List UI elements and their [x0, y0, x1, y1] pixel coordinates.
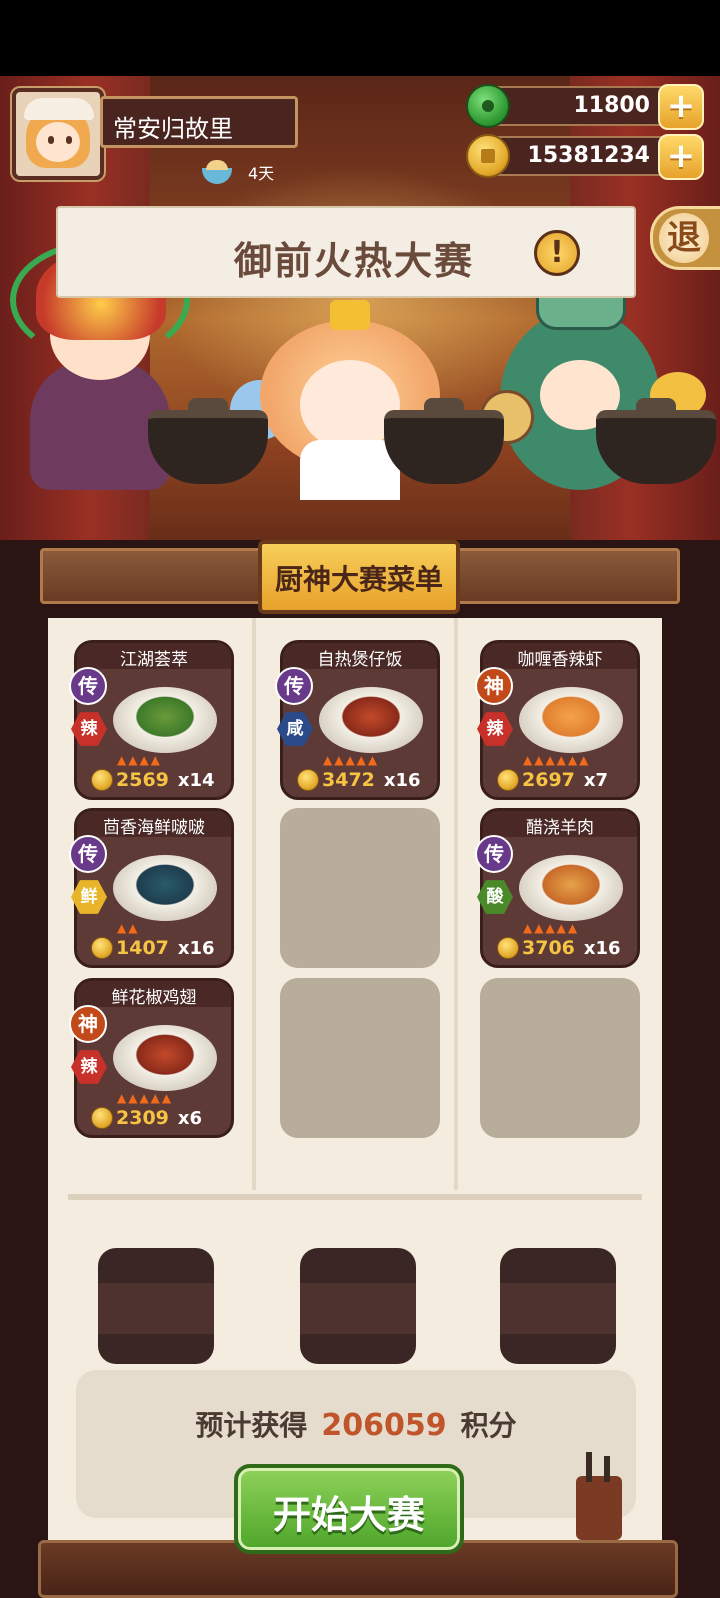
- flame-rating-icon: ▲▲▲▲: [117, 753, 162, 767]
- grade-badge: 神: [475, 667, 513, 705]
- dish-quantity: x6: [177, 1107, 203, 1129]
- coin-value: 15381234: [527, 143, 650, 168]
- price-value: 3706: [522, 937, 575, 959]
- estimate-value: 206059: [321, 1408, 447, 1443]
- menu-title: 厨神大赛菜单: [274, 563, 443, 596]
- dish-card[interactable]: 咖喱香辣虾 神 辣 ▲▲▲▲▲▲ 2697 x7: [475, 640, 640, 800]
- price-value: 1407: [116, 937, 169, 959]
- grade-badge: 神: [69, 1005, 107, 1043]
- days-indicator: 4天: [200, 158, 274, 186]
- price-value: 3472: [322, 769, 375, 791]
- flame-rating-icon: ▲▲▲▲▲: [323, 753, 380, 767]
- knife-block-decoration: [576, 1452, 622, 1540]
- dish-image: [113, 855, 217, 921]
- start-button-label: 开始大赛: [272, 1493, 425, 1537]
- dish-card[interactable]: 自热煲仔饭 传 咸 ▲▲▲▲▲ 3472 x16: [275, 640, 440, 800]
- player-name: 常安归故里: [113, 115, 233, 143]
- coin-icon: [91, 1107, 113, 1129]
- flame-rating-icon: ▲▲▲▲▲: [523, 921, 580, 935]
- dish-image: [113, 687, 217, 753]
- exit-button[interactable]: 退: [650, 206, 720, 270]
- coin-balance: 15381234 +: [466, 134, 704, 180]
- dish-price: 3706 x16: [497, 937, 621, 959]
- flavor-badge: 辣: [71, 1050, 107, 1084]
- days-count: 4天: [248, 164, 275, 183]
- coin-icon: [91, 937, 113, 959]
- price-value: 2309: [116, 1107, 169, 1129]
- dish-name: 茴香海鲜啵啵: [103, 818, 205, 838]
- flavor-badge: 辣: [477, 712, 513, 746]
- contest-title: 御前火热大赛: [234, 239, 475, 283]
- dish-price: 3472 x16: [297, 769, 421, 791]
- info-alert-icon[interactable]: !: [534, 230, 580, 276]
- dish-name: 鲜花椒鸡翅: [111, 988, 197, 1008]
- dish-name: 咖喱香辣虾: [517, 650, 603, 670]
- dish-price: 2569 x14: [91, 769, 215, 791]
- flame-rating-icon: ▲▲: [117, 921, 140, 935]
- start-contest-button[interactable]: 开始大赛: [234, 1464, 464, 1554]
- empty-dish-slot: [480, 978, 640, 1138]
- selected-dish-slot[interactable]: [300, 1248, 416, 1364]
- dish-price: 2697 x7: [497, 769, 608, 791]
- dish-card[interactable]: 鲜花椒鸡翅 神 辣 ▲▲▲▲▲ 2309 x6: [69, 978, 234, 1138]
- grade-badge: 传: [475, 835, 513, 873]
- selected-dish-slot[interactable]: [98, 1248, 214, 1364]
- grade-badge: 传: [69, 835, 107, 873]
- dish-image: [113, 1025, 217, 1091]
- dish-image: [319, 687, 423, 753]
- section-divider: [68, 1194, 642, 1200]
- dish-image: [519, 855, 623, 921]
- player-avatar[interactable]: [12, 88, 104, 180]
- flavor-badge: 酸: [477, 880, 513, 914]
- bowl-icon: [200, 158, 234, 186]
- contest-banner: 御前火热大赛 !: [56, 206, 636, 298]
- jade-value: 11800: [573, 93, 650, 118]
- selected-dish-slot[interactable]: [500, 1248, 616, 1364]
- add-jade-button[interactable]: +: [658, 84, 704, 130]
- dish-quantity: x7: [583, 769, 609, 791]
- dish-card[interactable]: 江湖荟萃 传 辣 ▲▲▲▲ 2569 x14: [69, 640, 234, 800]
- column-divider: [454, 618, 458, 1190]
- coin-icon: [466, 134, 510, 178]
- grade-badge: 传: [69, 667, 107, 705]
- flavor-badge: 辣: [71, 712, 107, 746]
- jade-icon: [466, 84, 510, 128]
- dish-quantity: x16: [383, 769, 421, 791]
- status-bar: [0, 0, 720, 76]
- exit-label: 退: [659, 213, 709, 263]
- dish-quantity: x14: [177, 769, 215, 791]
- coin-icon: [497, 769, 519, 791]
- dish-name: 江湖荟萃: [120, 650, 188, 670]
- dish-quantity: x16: [177, 937, 215, 959]
- coin-icon: [91, 769, 113, 791]
- flame-rating-icon: ▲▲▲▲▲: [117, 1091, 174, 1105]
- estimate-prefix: 预计获得: [195, 1409, 308, 1442]
- price-value: 2569: [116, 769, 169, 791]
- dish-name: 醋浇羊肉: [526, 818, 594, 838]
- jade-balance: 11800 +: [466, 84, 704, 130]
- flame-rating-icon: ▲▲▲▲▲▲: [523, 753, 591, 767]
- dish-card[interactable]: 醋浇羊肉 传 酸 ▲▲▲▲▲ 3706 x16: [475, 808, 640, 968]
- coin-icon: [497, 937, 519, 959]
- flavor-badge: 鲜: [71, 880, 107, 914]
- dish-card[interactable]: 茴香海鲜啵啵 传 鲜 ▲▲ 1407 x16: [69, 808, 234, 968]
- dish-name: 自热煲仔饭: [317, 650, 403, 670]
- empty-dish-slot: [280, 808, 440, 968]
- empty-dish-slot: [280, 978, 440, 1138]
- player-name-plate: 常安归故里: [100, 96, 298, 148]
- price-value: 2697: [522, 769, 575, 791]
- dish-price: 2309 x6: [91, 1107, 202, 1129]
- menu-paper: 江湖荟萃 传 辣 ▲▲▲▲ 2569 x14 自热煲仔饭 传 咸 ▲▲▲▲▲ 3…: [48, 618, 662, 1598]
- dish-image: [519, 687, 623, 753]
- estimate-suffix: 积分: [460, 1409, 517, 1442]
- flavor-badge: 咸: [277, 712, 313, 746]
- add-coins-button[interactable]: +: [658, 134, 704, 180]
- menu-panel: 厨神大赛菜单 江湖荟萃 传 辣 ▲▲▲▲ 2569 x14 自热煲仔饭 传 咸 …: [0, 540, 720, 1598]
- dish-price: 1407 x16: [91, 937, 215, 959]
- column-divider: [252, 618, 256, 1190]
- menu-title-plaque: 厨神大赛菜单: [258, 540, 460, 614]
- coin-icon: [297, 769, 319, 791]
- dish-quantity: x16: [583, 937, 621, 959]
- grade-badge: 传: [275, 667, 313, 705]
